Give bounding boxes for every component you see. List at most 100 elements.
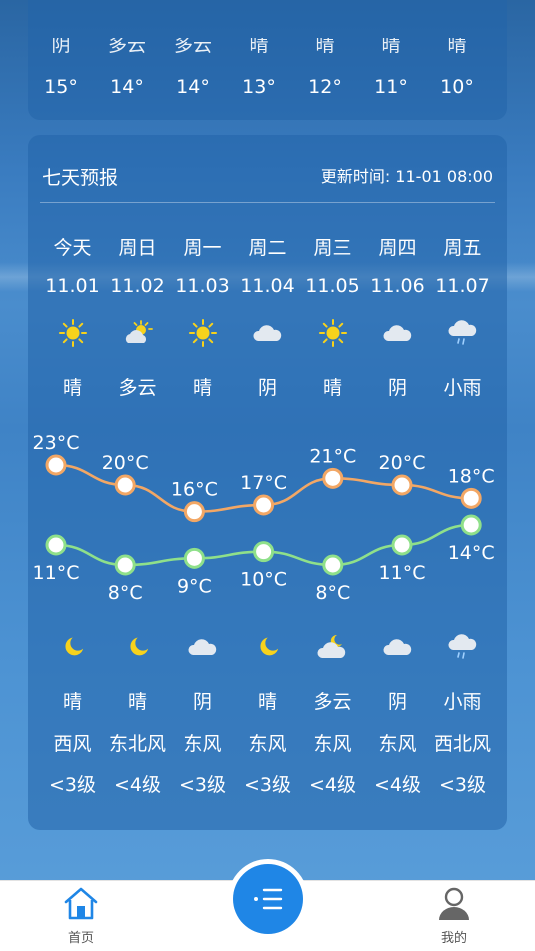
- high-temp-point: [114, 474, 136, 496]
- rain-icon: [430, 631, 495, 663]
- day-name: 周二: [248, 237, 287, 259]
- center-menu-button[interactable]: [233, 864, 303, 934]
- low-temp-point: [183, 547, 205, 569]
- cloud-icon: [365, 317, 430, 349]
- sun-icon: [300, 317, 365, 349]
- low-temp-label: 14°C: [448, 542, 495, 564]
- day-conditions-row: 晴 多云 晴 阴 晴 阴 小雨: [40, 373, 495, 400]
- night-condition: 晴: [62, 691, 82, 713]
- high-temp-label: 17°C: [240, 472, 287, 494]
- divider: [40, 202, 495, 203]
- night-condition: 晴: [127, 691, 147, 713]
- low-temp-point: [253, 541, 275, 563]
- hourly-temp: 15°: [44, 76, 78, 98]
- cloud-icon: [235, 317, 300, 349]
- day-name: 今天: [53, 237, 92, 259]
- night-condition: 晴: [257, 691, 277, 713]
- low-temp-label: 8°C: [108, 582, 143, 604]
- nav-home[interactable]: 首页: [51, 885, 111, 946]
- high-temp-label: 20°C: [102, 452, 149, 474]
- night-condition: 阴: [192, 691, 212, 713]
- wind-direction: 东风: [248, 733, 287, 755]
- day-condition: 多云: [118, 377, 157, 399]
- sun-icon: [170, 317, 235, 349]
- low-temp-label: 10°C: [240, 569, 287, 591]
- day-name: 周四: [378, 237, 417, 259]
- hourly-temp: 13°: [242, 76, 276, 98]
- high-temp-point: [45, 454, 67, 476]
- day-date: 11.05: [305, 275, 360, 297]
- wind-level: <4级: [308, 774, 356, 796]
- user-icon: [439, 887, 469, 920]
- high-temp-label: 23°C: [33, 432, 80, 454]
- high-temp-point: [391, 474, 413, 496]
- hourly-condition: 晴: [447, 38, 467, 56]
- low-temp-label: 9°C: [177, 575, 212, 597]
- moon-icon: [105, 631, 170, 663]
- wind-level: <3级: [48, 774, 96, 796]
- cloud-icon: [170, 631, 235, 663]
- high-temp-label: 20°C: [379, 452, 426, 474]
- night-condition: 阴: [387, 691, 407, 713]
- wind-direction-row: 西风 东北风 东风 东风 东风 东风 西北风: [40, 729, 495, 756]
- day-date: 11.04: [240, 275, 295, 297]
- low-temp-point: [460, 514, 482, 536]
- night-icons-row: [40, 631, 495, 663]
- day-condition: 晴: [192, 377, 212, 399]
- dates-row: 11.01 11.02 11.03 11.04 11.05 11.06 11.0…: [40, 275, 495, 297]
- cloudy-night-icon: [300, 631, 365, 663]
- wind-level: <3级: [178, 774, 226, 796]
- day-condition: 阴: [257, 377, 277, 399]
- wind-level: <3级: [243, 774, 291, 796]
- wind-level: <3级: [438, 774, 486, 796]
- day-name: 周一: [183, 237, 222, 259]
- hourly-condition: 阴: [51, 38, 71, 56]
- moon-icon: [235, 631, 300, 663]
- day-date: 11.03: [175, 275, 230, 297]
- wind-level: <4级: [113, 774, 161, 796]
- day-condition: 阴: [387, 377, 407, 399]
- high-temp-point: [253, 494, 275, 516]
- day-date: 11.07: [435, 275, 490, 297]
- forecast-title: 七天预报: [42, 167, 119, 189]
- nav-me[interactable]: 我的: [424, 885, 484, 946]
- temperature-chart: 23°C 20°C 16°C 17°C 21°C 20°C 18°C 11°C 8°C 9°C 10…: [33, 432, 495, 604]
- high-temp-label: 16°C: [171, 479, 218, 501]
- night-conditions-row: 晴 晴 阴 晴 多云 阴 小雨: [40, 687, 495, 714]
- wind-direction: 东风: [183, 733, 222, 755]
- high-temp-label: 18°C: [448, 465, 495, 487]
- nav-home-label: 首页: [67, 931, 94, 946]
- hourly-temp: 11°: [374, 76, 408, 98]
- wind-direction: 西风: [53, 733, 92, 755]
- hourly-condition: 多云: [173, 38, 212, 56]
- low-temp-label: 11°C: [379, 562, 426, 584]
- day-condition: 小雨: [443, 377, 482, 399]
- low-temp-point: [391, 534, 413, 556]
- high-temp-point: [460, 487, 482, 509]
- day-date: 11.02: [110, 275, 165, 297]
- update-time: 更新时间: 11-01 08:00: [320, 167, 493, 186]
- partly-cloudy-icon: [105, 317, 170, 349]
- wind-direction: 东风: [313, 733, 352, 755]
- wind-direction: 东风: [378, 733, 417, 755]
- moon-icon: [40, 631, 105, 663]
- wind-level-row: <3级 <4级 <3级 <3级 <4级 <4级 <3级: [40, 770, 495, 797]
- hourly-condition: 晴: [381, 38, 401, 56]
- hourly-condition: 晴: [249, 38, 269, 56]
- hourly-temp: 10°: [440, 76, 474, 98]
- hourly-temp: 14°: [176, 76, 210, 98]
- low-temp-point: [114, 554, 136, 576]
- high-temp-label: 21°C: [309, 445, 356, 467]
- day-condition: 晴: [62, 377, 82, 399]
- hourly-temp: 12°: [308, 76, 342, 98]
- low-temp-point: [322, 554, 344, 576]
- low-temp-label: 8°C: [315, 582, 350, 604]
- day-date: 11.01: [45, 275, 100, 297]
- hourly-temp: 14°: [110, 76, 144, 98]
- high-temp-point: [322, 467, 344, 489]
- day-date: 11.06: [370, 275, 425, 297]
- night-condition: 多云: [313, 691, 352, 713]
- home-icon: [64, 887, 98, 920]
- day-icons-row: [40, 317, 495, 349]
- day-name: 周日: [118, 237, 157, 259]
